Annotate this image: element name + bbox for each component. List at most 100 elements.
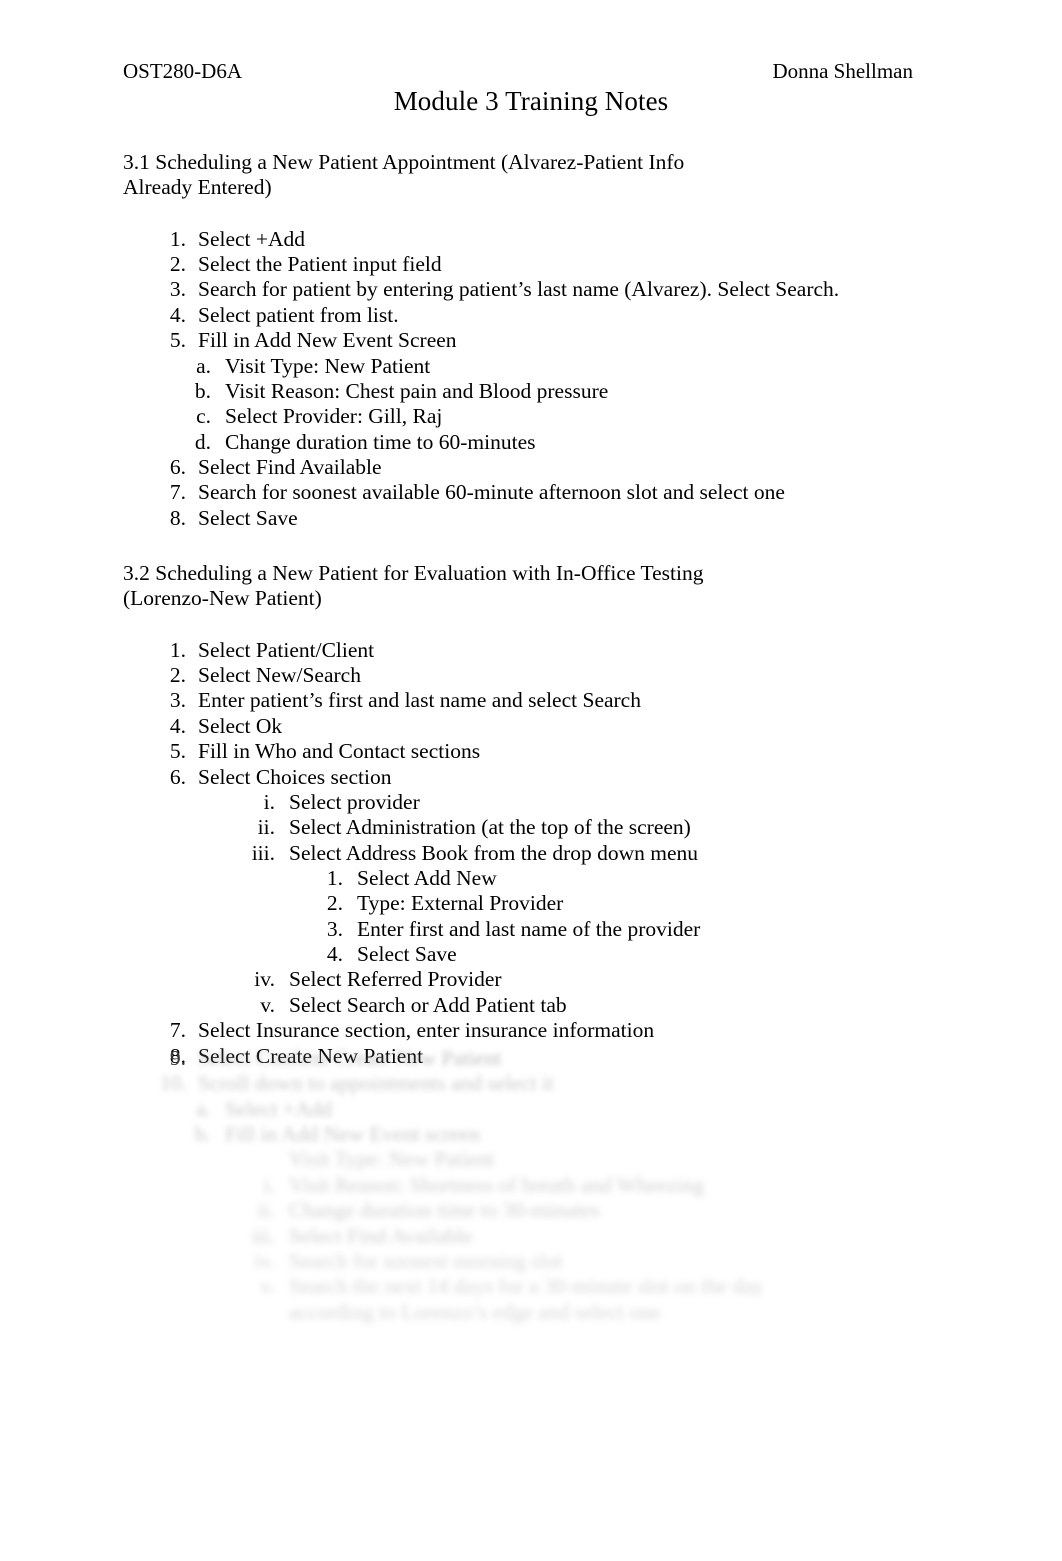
list-item-text: Change duration time to 30-minutes bbox=[289, 1198, 600, 1223]
list-item-text: Change duration time to 60-minutes bbox=[225, 429, 536, 454]
list-item-text: Scroll down to appointments and select i… bbox=[198, 1071, 554, 1096]
list-item-text: Search the next 14 days for a 30-minute … bbox=[289, 1274, 764, 1299]
list-item-text: Enter first and last name of the provide… bbox=[357, 916, 701, 941]
list-marker: iii. bbox=[251, 840, 275, 865]
page-title: Module 3 Training Notes bbox=[393, 86, 669, 116]
author-name: Donna Shellman bbox=[772, 59, 913, 83]
list-item: 2. Select New/Search bbox=[123, 663, 943, 688]
list-item: a. Visit Type: New Patient bbox=[123, 354, 943, 379]
list-marker: ii. bbox=[257, 1198, 275, 1223]
list-item: 1. Select Patient/Client bbox=[123, 638, 943, 663]
list-marker: i. bbox=[263, 789, 275, 814]
list-item-text: Visit Reason: Shortness of breath and Wh… bbox=[289, 1172, 705, 1197]
section-3-2-roman-list-continued: iv. Select Referred Provider v. Select S… bbox=[123, 967, 943, 1018]
list-item-text: Enter patient’s first and last name and … bbox=[198, 688, 641, 713]
section-3-1-heading: 3.1 Scheduling a New Patient Appointment… bbox=[123, 150, 685, 200]
list-item: Visit Type: New Patient bbox=[123, 1147, 943, 1172]
list-marker: c. bbox=[196, 404, 211, 429]
list-marker: 8. bbox=[169, 505, 186, 530]
list-item: 9. Select Confirm Create New Patient bbox=[123, 1046, 943, 1071]
list-marker: 1. bbox=[169, 637, 186, 662]
list-marker: 6. bbox=[169, 764, 186, 789]
course-code: OST280-D6A bbox=[123, 59, 242, 83]
list-item: 6. Select Find Available bbox=[123, 455, 943, 480]
section-3-1-list-continued: 6. Select Find Available 7. Search for s… bbox=[123, 455, 943, 531]
list-item: iii. Select Find Available bbox=[123, 1224, 943, 1249]
list-item: iv. Search for soonest morning slot bbox=[123, 1249, 943, 1274]
list-item: 1. Select +Add bbox=[123, 227, 943, 252]
list-item: 8. Select Save bbox=[123, 506, 943, 531]
faded-roman-list: Visit Type: New Patient i. Visit Reason:… bbox=[123, 1147, 943, 1325]
list-marker: 7. bbox=[169, 1018, 186, 1043]
list-marker: i. bbox=[263, 1172, 275, 1197]
list-marker: 1. bbox=[169, 226, 186, 251]
list-item: b. Fill in Add New Event screen bbox=[123, 1122, 943, 1147]
list-item: 6. Select Choices section bbox=[123, 765, 943, 790]
list-item: d. Change duration time to 60-minutes bbox=[123, 430, 943, 455]
list-item-text: Select Find Available bbox=[289, 1223, 473, 1248]
list-item: 2. Select the Patient input field bbox=[123, 252, 943, 277]
list-marker: iv. bbox=[254, 1248, 275, 1273]
list-item: v. Search the next 14 days for a 30-minu… bbox=[123, 1274, 943, 1299]
document-page: OST280-D6A Donna Shellman Module 3 Train… bbox=[0, 0, 1062, 1561]
list-item: 3. Search for patient by entering patien… bbox=[123, 277, 943, 302]
list-item-text: Select Search or Add Patient tab bbox=[289, 992, 567, 1017]
list-item-text: Visit Type: New Patient bbox=[289, 1147, 495, 1172]
list-item: iii. Select Address Book from the drop d… bbox=[123, 841, 943, 866]
list-item: 3. Enter patient’s first and last name a… bbox=[123, 688, 943, 713]
list-marker: v. bbox=[260, 992, 275, 1017]
list-item-text: Select patient from list. bbox=[198, 302, 399, 327]
list-item-text: Search for soonest available 60-minute a… bbox=[198, 480, 785, 505]
section-3-2-roman-list: i. Select provider ii. Select Administra… bbox=[123, 790, 943, 866]
list-item-text: Select Referred Provider bbox=[289, 967, 502, 992]
list-item-text: Select Find Available bbox=[198, 454, 382, 479]
list-item-text: Type: External Provider bbox=[357, 891, 564, 916]
list-item: 1. Select Add New bbox=[123, 866, 943, 891]
list-marker: 7. bbox=[169, 480, 186, 505]
list-item-text: Select +Add bbox=[198, 226, 306, 251]
list-item: a. Select +Add bbox=[123, 1097, 943, 1122]
list-item-text: Select Confirm Create New Patient bbox=[198, 1046, 502, 1070]
list-item-text: Select Save bbox=[357, 942, 457, 967]
list-marker: 5. bbox=[169, 328, 186, 353]
list-item-text: Select New/Search bbox=[198, 663, 361, 688]
list-item: 2. Type: External Provider bbox=[123, 891, 943, 916]
section-3-2-deep-list: 1. Select Add New 2. Type: External Prov… bbox=[123, 866, 943, 967]
list-marker: 1. bbox=[326, 865, 343, 890]
list-item: 10. Scroll down to appointments and sele… bbox=[123, 1071, 943, 1096]
list-marker: a. bbox=[196, 1096, 211, 1121]
section-3-1-sublist: a. Visit Type: New Patient b. Visit Reas… bbox=[123, 354, 943, 455]
list-item-text: Select provider bbox=[289, 789, 420, 814]
list-item-text: Select Provider: Gill, Raj bbox=[225, 404, 443, 429]
list-marker: iv. bbox=[254, 967, 275, 992]
list-marker: d. bbox=[194, 429, 211, 454]
list-marker: v. bbox=[260, 1274, 275, 1299]
list-item-text: Select +Add bbox=[225, 1096, 333, 1121]
faded-sublist: a. Select +Add b. Fill in Add New Event … bbox=[123, 1097, 943, 1148]
list-item: c. Select Provider: Gill, Raj bbox=[123, 404, 943, 429]
list-item: b. Visit Reason: Chest pain and Blood pr… bbox=[123, 379, 943, 404]
list-marker: a. bbox=[196, 353, 211, 378]
section-3-2: 3.2 Scheduling a New Patient for Evaluat… bbox=[123, 561, 943, 1069]
list-item-text: Fill in Add New Event Screen bbox=[198, 328, 457, 353]
list-item: 7. Select Insurance section, enter insur… bbox=[123, 1018, 943, 1043]
list-item: i. Select provider bbox=[123, 790, 943, 815]
list-item-text: Select Save bbox=[198, 505, 298, 530]
list-marker: ii. bbox=[257, 815, 275, 840]
list-item-text: Select Administration (at the top of the… bbox=[289, 815, 691, 840]
list-item-text: Visit Reason: Chest pain and Blood press… bbox=[225, 378, 609, 403]
list-marker: b. bbox=[194, 378, 211, 403]
list-marker: 3. bbox=[169, 277, 186, 302]
list-item-text: Select the Patient input field bbox=[198, 252, 442, 277]
list-item-text: Select Ok bbox=[198, 713, 283, 738]
list-marker: 4. bbox=[326, 942, 343, 967]
list-item: ii. Select Administration (at the top of… bbox=[123, 815, 943, 840]
list-item-text: Search for soonest morning slot bbox=[289, 1248, 563, 1273]
list-item: 4. Select patient from list. bbox=[123, 303, 943, 328]
faded-list: 9. Select Confirm Create New Patient 10.… bbox=[123, 1046, 943, 1097]
list-marker: 2. bbox=[326, 891, 343, 916]
list-marker: iii. bbox=[251, 1223, 275, 1248]
document-header: OST280-D6A Donna Shellman bbox=[123, 59, 913, 83]
list-item: 4. Select Save bbox=[123, 942, 943, 967]
list-marker: 3. bbox=[326, 916, 343, 941]
